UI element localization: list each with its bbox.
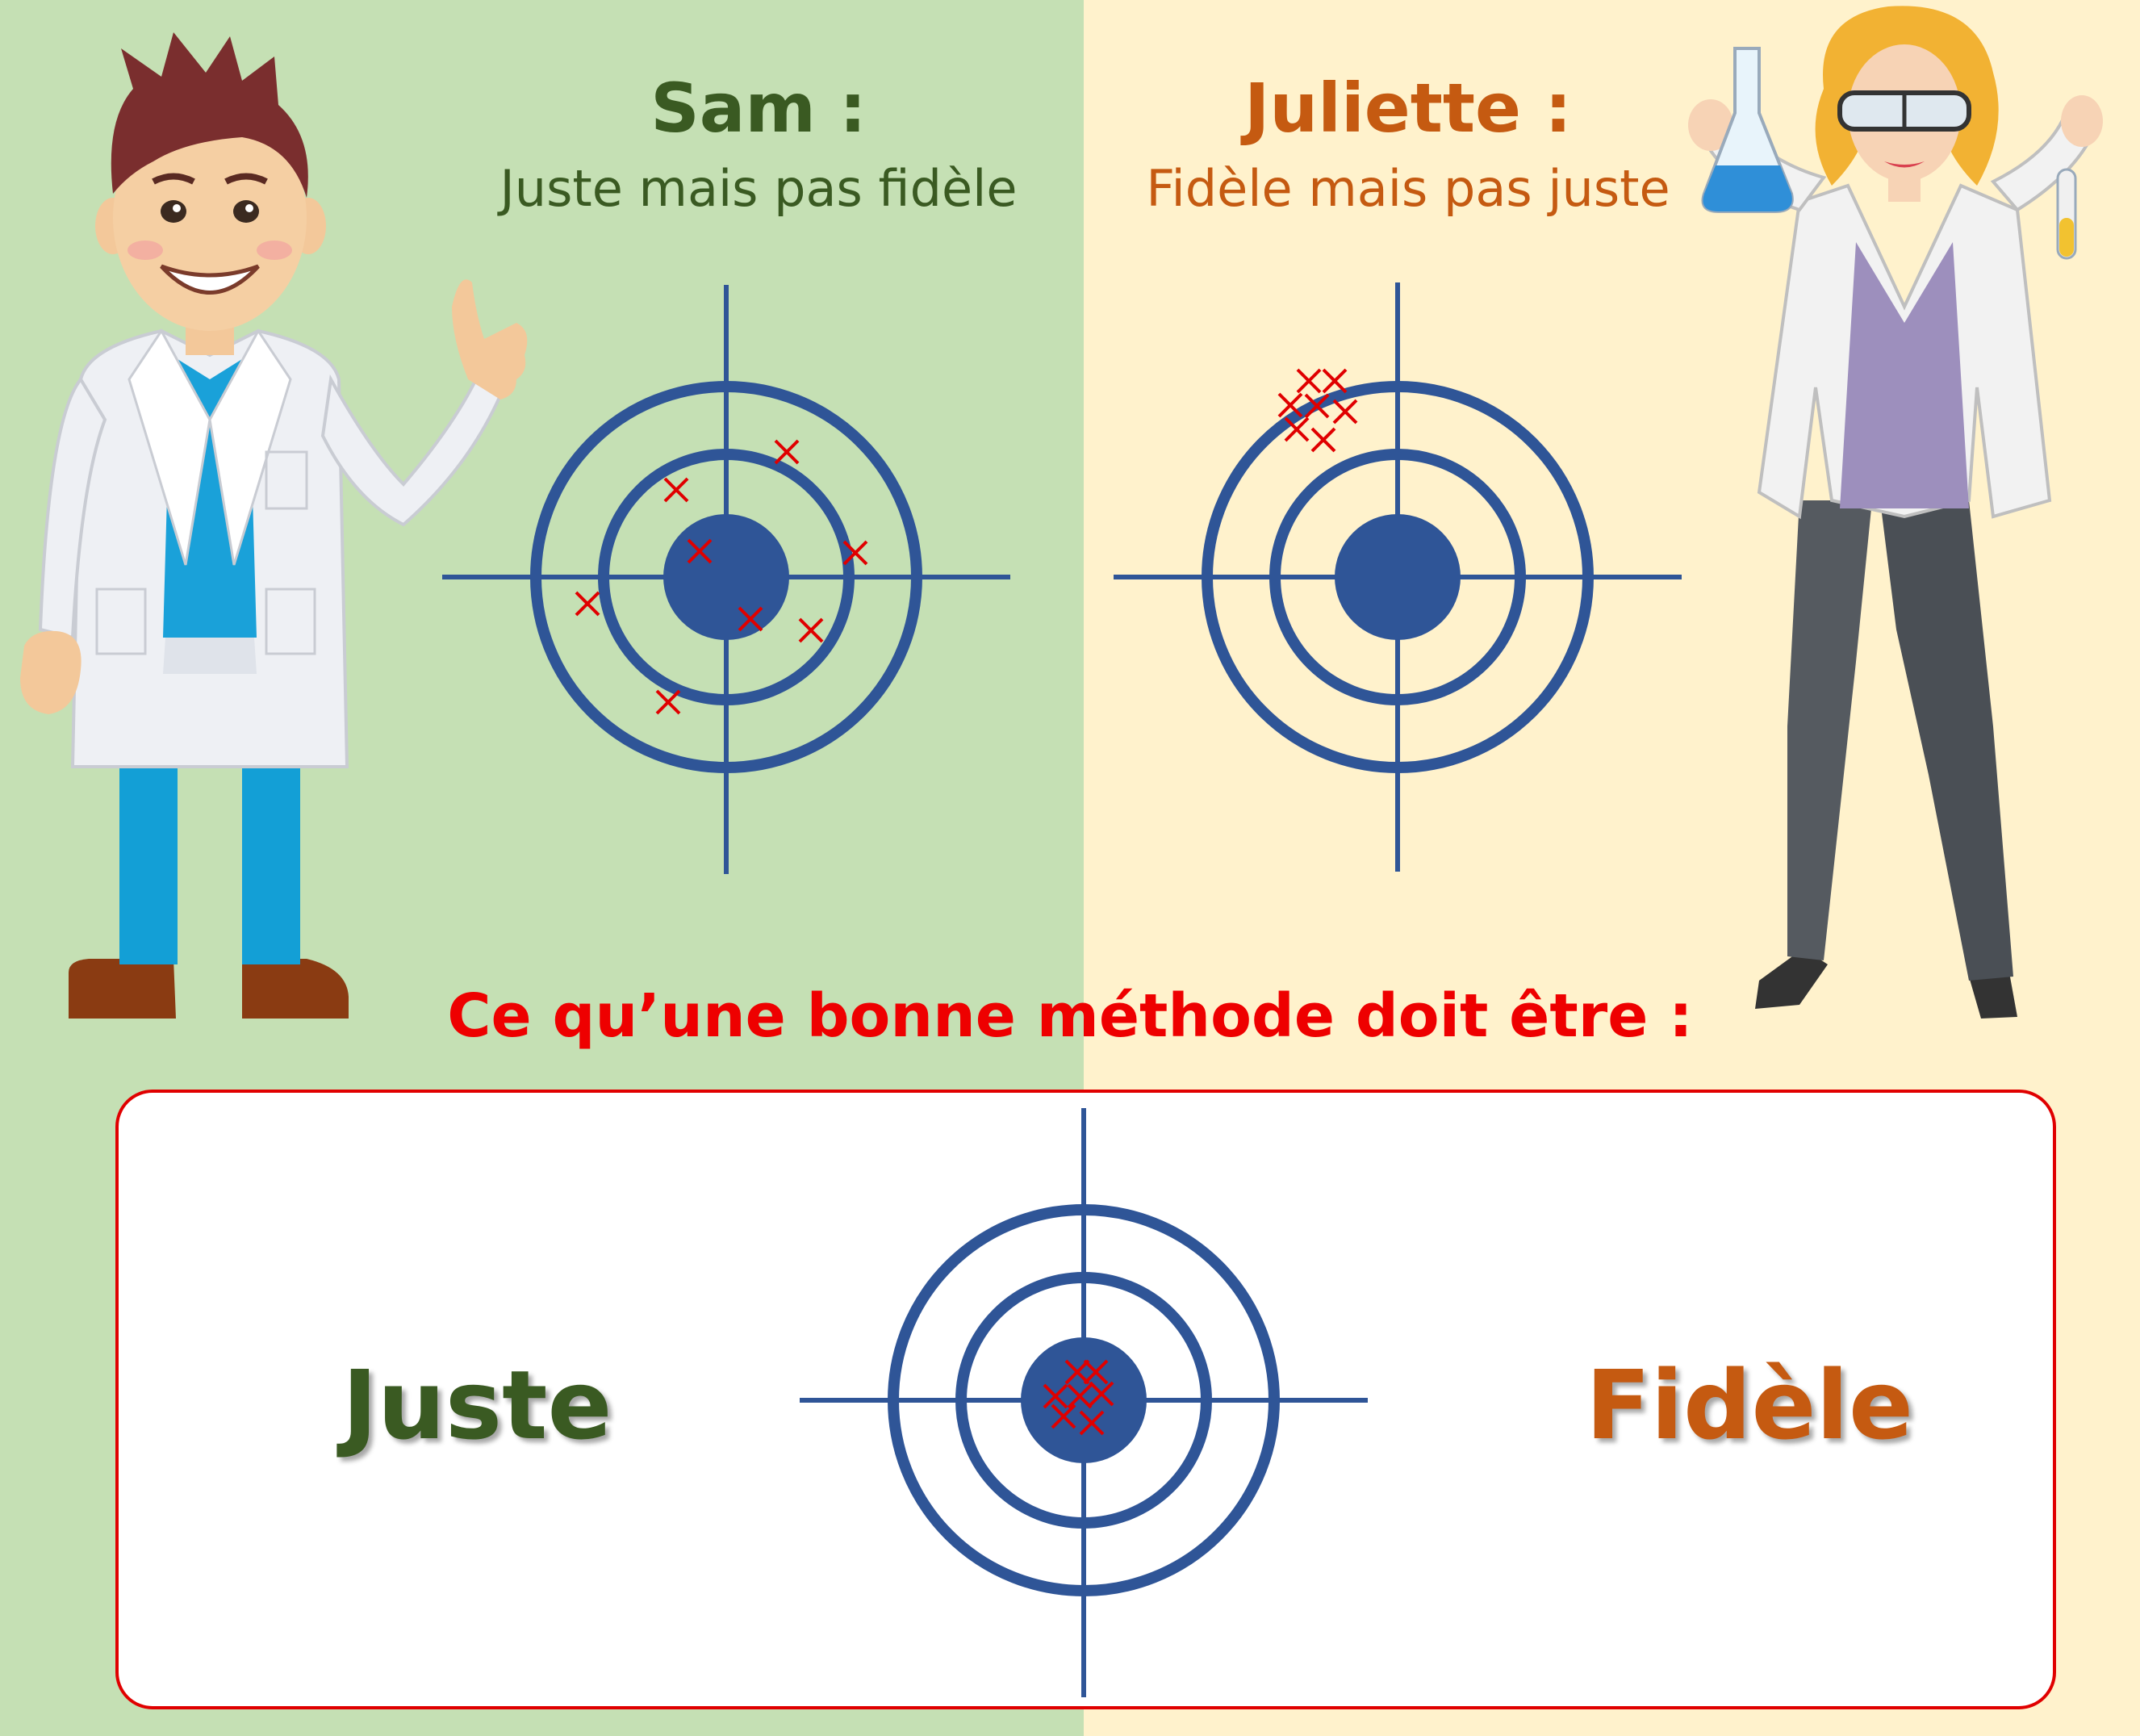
- target-bullseye: [663, 514, 789, 640]
- cross-mark-icon: [1296, 368, 1322, 394]
- cross-mark-icon: [774, 439, 800, 465]
- cross-mark-icon: [1322, 368, 1348, 394]
- sam-target: [442, 285, 1010, 874]
- cross-mark-icon: [1332, 399, 1358, 425]
- cross-mark-icon: [655, 689, 681, 715]
- cross-mark-icon: [1310, 427, 1336, 453]
- targets-layer: [442, 282, 1682, 1697]
- good-method-target: [800, 1108, 1368, 1697]
- cross-mark-icon: [575, 591, 600, 617]
- target-bullseye: [1335, 514, 1461, 640]
- cross-mark-icon: [798, 617, 824, 643]
- cross-mark-icon: [663, 477, 689, 503]
- infographic: Sam : Juste mais pas fidèle Juliette : F…: [0, 0, 2140, 1736]
- juliette-target: [1114, 282, 1682, 872]
